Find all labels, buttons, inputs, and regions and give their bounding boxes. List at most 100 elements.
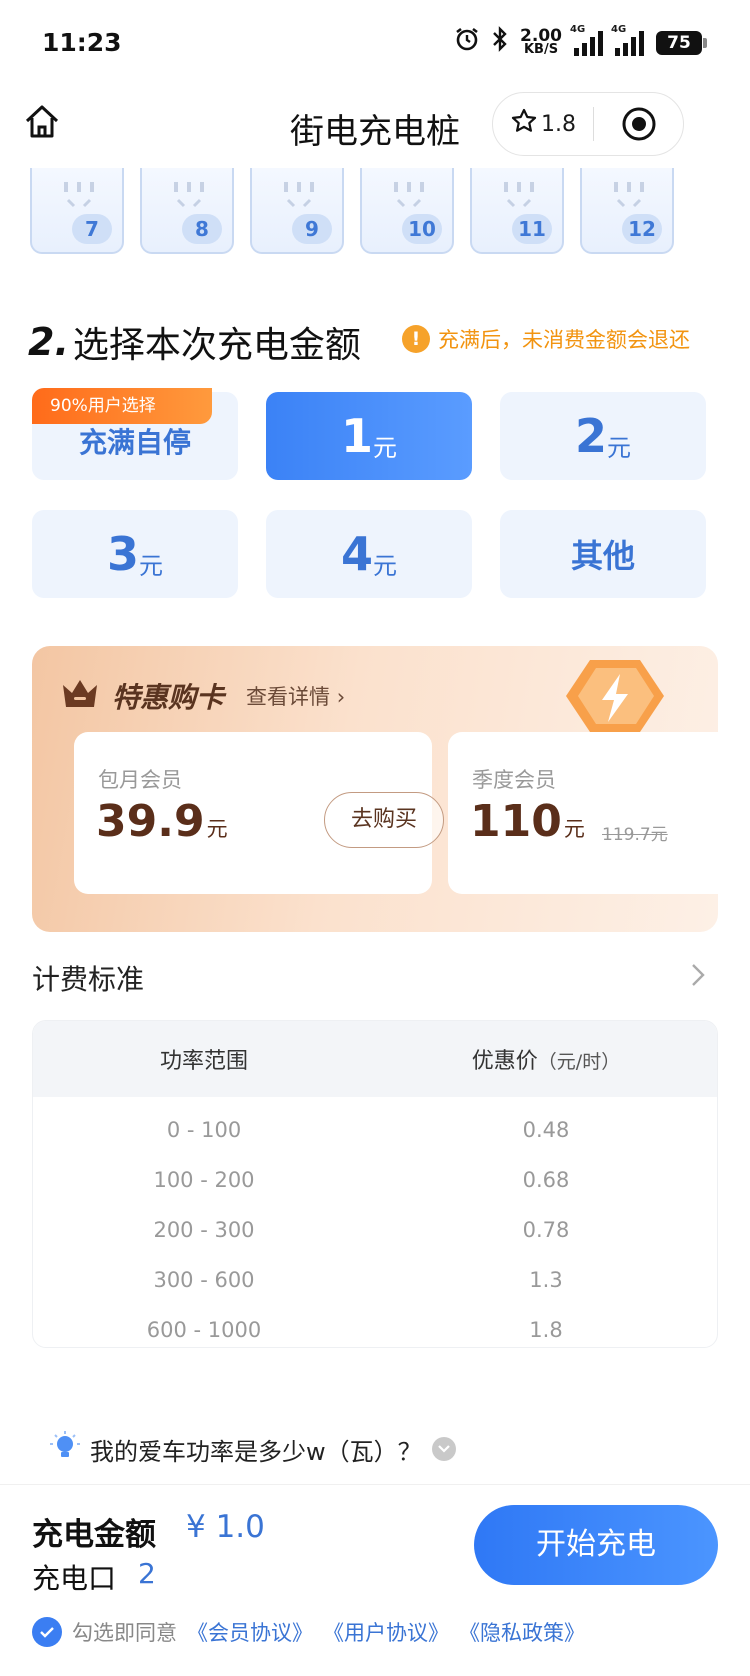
rating-value: 1.8 [541, 111, 576, 137]
socket-number: 7 [72, 214, 112, 244]
table-row: 600 - 1000 1.8 [33, 1305, 717, 1347]
amount-value: 3 [106, 527, 139, 581]
amount-option-3[interactable]: 3 元 [32, 510, 238, 598]
billing-table: 功率范围 优惠价（元/时） 0 - 100 0.48 100 - 200 0.6… [32, 1020, 718, 1348]
agreement-prefix: 勾选即同意 [72, 1621, 177, 1645]
buy-button[interactable]: 去购买 [324, 792, 444, 848]
alarm-icon [454, 26, 480, 59]
mini-program-capsule: 1.8 [492, 92, 684, 156]
amount-value: 4 [340, 527, 373, 581]
status-bar: 11:23 2.00 KB/S 4G 4G 75 [0, 0, 750, 88]
socket-8[interactable]: 8 [140, 168, 234, 254]
promo-title: 特惠购卡 [112, 681, 225, 714]
promo-card: 特惠购卡 查看详情 › 包月会员 39.9元 季度会员 110元 119.7元 … [32, 646, 718, 932]
socket-number: 8 [182, 214, 222, 244]
amount-other-label: 其他 [570, 537, 635, 575]
member-agreement-link[interactable]: 《会员协议》 [187, 1617, 313, 1647]
quarterly-price: 110元 [470, 796, 585, 847]
amount-option-4[interactable]: 4 元 [266, 510, 472, 598]
power-tip-text: 我的爱车功率是多少w（瓦）？ [90, 1437, 422, 1466]
warning-icon: ! [402, 325, 430, 353]
rating-button[interactable]: 1.8 [493, 108, 593, 140]
monthly-price: 39.9元 [96, 796, 228, 847]
socket-number: 11 [512, 214, 552, 244]
charge-amount-label: 充电金额 [32, 1517, 156, 1553]
plug-icon [614, 182, 644, 208]
amount-option-2[interactable]: 2 元 [500, 392, 706, 480]
power-range: 200 - 300 [153, 1218, 255, 1242]
charge-port-label: 充电口 [32, 1562, 117, 1595]
amount-unit: 元 [373, 551, 397, 580]
amount-unit: 元 [373, 433, 397, 462]
power-range: 600 - 1000 [146, 1318, 262, 1342]
power-range: 100 - 200 [153, 1168, 255, 1192]
socket-11[interactable]: 11 [470, 168, 564, 254]
section-title: 选择本次充电金额 [72, 325, 361, 366]
power-tip[interactable]: 我的爱车功率是多少w（瓦）？ [50, 1430, 456, 1468]
amount-option-other[interactable]: 其他 [500, 510, 706, 598]
plug-icon [174, 182, 204, 208]
socket-12[interactable]: 12 [580, 168, 674, 254]
target-icon[interactable] [594, 106, 683, 142]
lightbulb-icon [50, 1430, 80, 1468]
chevron-right-icon[interactable] [690, 962, 706, 992]
section-amount-heading: 2. 选择本次充电金额 [28, 316, 361, 368]
quarterly-card[interactable]: 季度会员 110元 119.7元 [448, 732, 718, 894]
price: 1.8 [529, 1318, 563, 1342]
price: 0.78 [522, 1218, 570, 1242]
bluetooth-icon [492, 26, 508, 59]
privacy-policy-link[interactable]: 《隐私政策》 [459, 1617, 585, 1647]
battery-icon: 75 [656, 30, 707, 55]
billing-title: 计费标准 [32, 963, 145, 996]
crown-icon [60, 677, 100, 715]
user-agreement-link[interactable]: 《用户协议》 [323, 1617, 449, 1647]
signal-icon: 4G [611, 24, 644, 56]
col-power-range: 功率范围 [159, 1049, 248, 1074]
plug-icon [504, 182, 534, 208]
header: 街电充电桩 1.8 [0, 88, 750, 168]
promo-detail-link[interactable]: 查看详情 › [246, 681, 345, 711]
price: 0.48 [522, 1118, 570, 1142]
promo-header: 特惠购卡 查看详情 › [60, 676, 345, 716]
agreement-row: 勾选即同意 《会员协议》 《用户协议》 《隐私政策》 [32, 1617, 585, 1647]
signal-icon: 4G [570, 24, 603, 56]
socket-10[interactable]: 10 [360, 168, 454, 254]
socket-number: 10 [402, 214, 442, 244]
socket-7[interactable]: 7 [30, 168, 124, 254]
plug-icon [394, 182, 424, 208]
col-price: 优惠价（元/时） [471, 1049, 621, 1074]
refund-note: ! 充满后，未消费金额会退还 [402, 324, 690, 354]
popular-badge: 90%用户选择 [32, 388, 212, 424]
amount-value: 1 [340, 409, 373, 463]
table-row: 100 - 200 0.68 [33, 1155, 717, 1205]
price: 1.3 [529, 1268, 563, 1292]
amount-unit: 元 [607, 433, 631, 462]
status-icons: 2.00 KB/S 4G 4G 75 [454, 24, 707, 59]
charge-amount-value: ¥ 1.0 [186, 1509, 265, 1545]
status-time: 11:23 [42, 28, 122, 57]
amount-auto-stop-label: 充满自停 [78, 426, 191, 459]
power-range: 0 - 100 [166, 1118, 242, 1142]
plug-icon [284, 182, 314, 208]
plug-icon [64, 182, 94, 208]
quarterly-original-price: 119.7元 [602, 825, 668, 845]
amount-value: 2 [574, 409, 607, 463]
refund-note-text: 充满后，未消费金额会退还 [438, 328, 690, 352]
power-range: 300 - 600 [153, 1268, 255, 1292]
amount-option-1[interactable]: 1 元 [266, 392, 472, 480]
star-icon [511, 108, 537, 140]
socket-number: 12 [622, 214, 662, 244]
table-row: 200 - 300 0.78 [33, 1205, 717, 1255]
monthly-label: 包月会员 [98, 768, 182, 792]
net-speed: 2.00 KB/S [520, 25, 562, 57]
table-row: 300 - 600 1.3 [33, 1255, 717, 1305]
quarterly-label: 季度会员 [472, 768, 556, 792]
section-number: 2. [28, 320, 69, 364]
price: 0.68 [522, 1168, 570, 1192]
checkbox-checked-icon[interactable] [32, 1617, 62, 1647]
socket-9[interactable]: 9 [250, 168, 344, 254]
chevron-down-icon [431, 1437, 456, 1461]
start-charging-button[interactable]: 开始充电 [474, 1505, 718, 1585]
amount-unit: 元 [139, 551, 163, 580]
charge-port-value: 2 [138, 1557, 156, 1590]
